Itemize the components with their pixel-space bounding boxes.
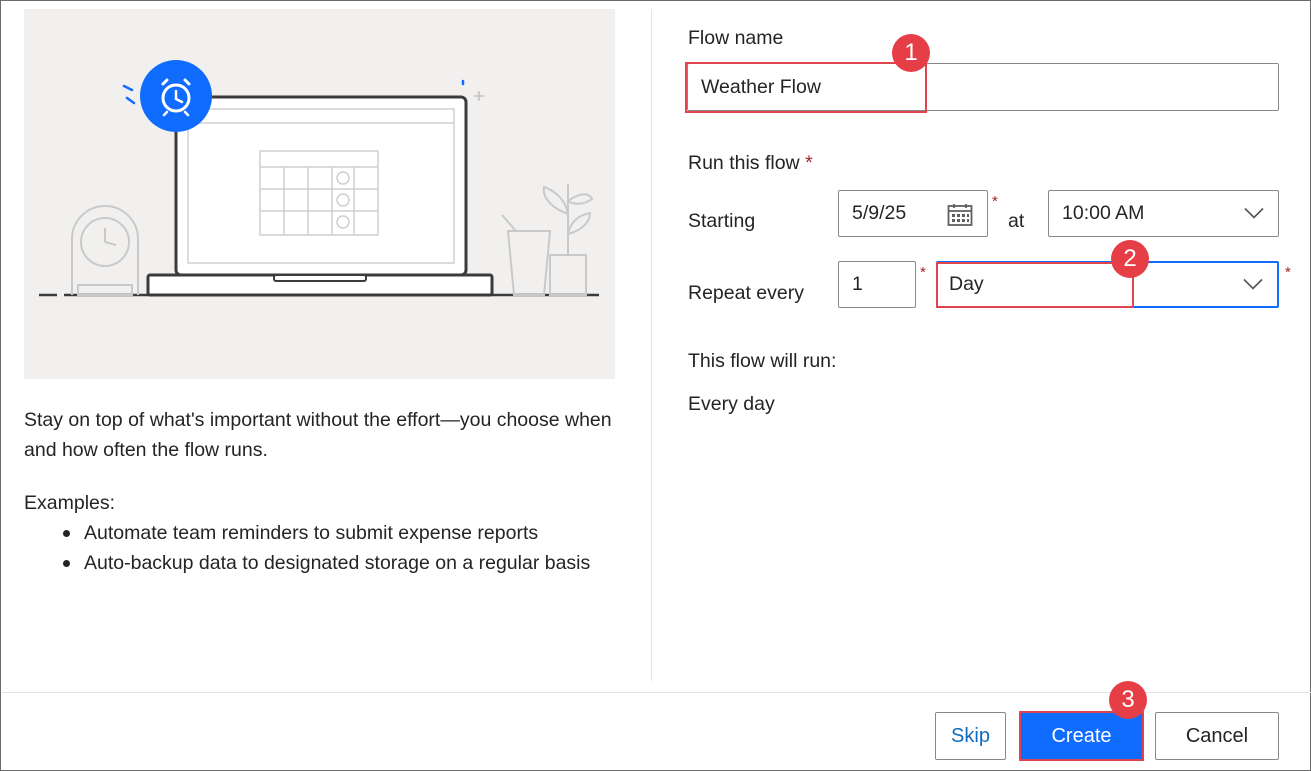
flow-name-value: Weather Flow xyxy=(701,75,821,98)
at-label: at xyxy=(1008,210,1025,232)
summary-label: This flow will run: xyxy=(688,350,837,372)
start-date-input[interactable]: 5/9/25 xyxy=(838,190,988,237)
repeat-count-value: 1 xyxy=(852,273,863,295)
list-item: Automate team reminders to submit expens… xyxy=(63,518,604,548)
vertical-divider xyxy=(651,9,652,681)
dialog: Stay on top of what's important without … xyxy=(0,0,1311,771)
repeat-unit-value: Day xyxy=(949,273,984,295)
annotation-badge-1: 1 xyxy=(892,34,930,72)
chevron-down-icon xyxy=(1244,202,1264,225)
laptop-illustration xyxy=(39,60,599,297)
summary-value: Every day xyxy=(688,393,775,415)
flow-name-input[interactable]: Weather Flow xyxy=(687,63,1279,111)
start-time-dropdown[interactable]: 10:00 AM xyxy=(1048,190,1279,237)
start-date-value: 5/9/25 xyxy=(852,202,907,224)
examples-list: Automate team reminders to submit expens… xyxy=(63,518,604,578)
annotation-badge-2: 2 xyxy=(1111,240,1149,278)
annotation-badge-3: 3 xyxy=(1109,681,1147,719)
alarm-clock-icon xyxy=(140,60,212,132)
illustration xyxy=(24,9,615,379)
start-time-value: 10:00 AM xyxy=(1062,202,1145,224)
plant xyxy=(501,184,594,296)
calendar-icon[interactable] xyxy=(947,203,973,233)
repeat-every-label: Repeat every xyxy=(688,282,804,304)
required-indicator: * xyxy=(920,264,926,281)
description: Stay on top of what's important without … xyxy=(24,409,612,461)
required-indicator: * xyxy=(805,152,813,174)
examples-title: Examples: xyxy=(24,492,116,514)
repeat-count-input[interactable]: 1 xyxy=(838,261,916,308)
run-this-flow-label: Run this flow * xyxy=(688,152,813,174)
required-indicator: * xyxy=(1285,264,1291,281)
list-item: Auto-backup data to designated storage o… xyxy=(63,548,604,578)
chevron-down-icon xyxy=(1243,273,1263,296)
skip-button[interactable]: Skip xyxy=(935,712,1006,760)
flow-name-label: Flow name xyxy=(688,27,784,49)
repeat-unit-dropdown[interactable]: Day xyxy=(936,261,1279,308)
laptop xyxy=(146,95,494,297)
cancel-button[interactable]: Cancel xyxy=(1155,712,1279,760)
required-indicator: * xyxy=(992,193,998,210)
starting-label: Starting xyxy=(688,210,756,232)
table-clock xyxy=(71,205,139,296)
create-button[interactable]: Create xyxy=(1020,712,1143,760)
